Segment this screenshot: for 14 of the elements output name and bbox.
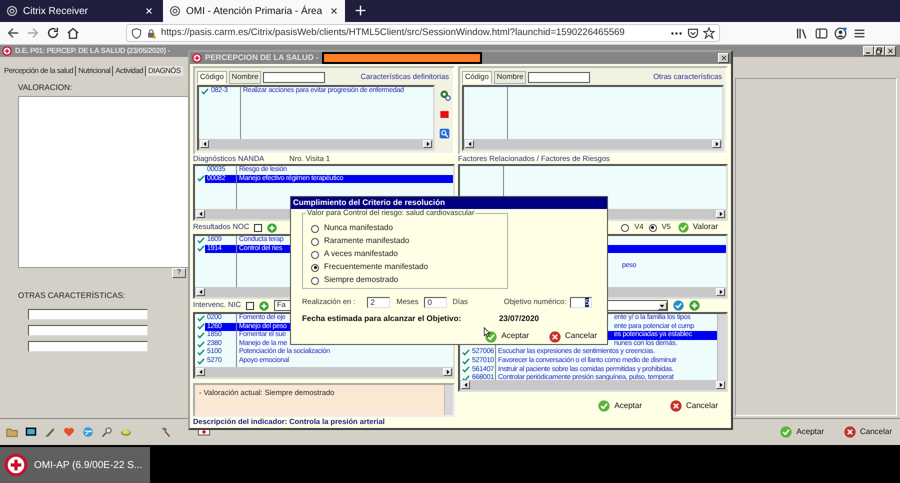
radio-label: Raramente manifestado bbox=[324, 237, 410, 246]
radio-label: Frecuentemente manifestado bbox=[324, 263, 428, 272]
radio-label: Nunca manifestado bbox=[324, 224, 393, 233]
field-label: VALORACION: bbox=[18, 84, 72, 93]
field-label: Fecha estimada para alcanzar el Objetivo: bbox=[302, 315, 462, 324]
radio-label: A veces manifestado bbox=[324, 250, 398, 259]
tab-title: OMI - Atención Primaria - Área bbox=[186, 4, 324, 18]
date-value: 23/07/2020 bbox=[498, 315, 539, 324]
radio-label: Siempre demostrado bbox=[324, 276, 398, 285]
tab-title: Citrix Receiver bbox=[23, 4, 90, 18]
url-text: https://pasis.carm.es/Citrix/pasisWeb/clients/HTML5Client/src/SessionWindow.html?launchid=1590226465569 bbox=[161, 28, 626, 38]
modal-title: Cumplimiento del Criterio de resolución bbox=[291, 197, 607, 209]
field-label: OTRAS CARACTERÍSTICAS: bbox=[18, 292, 126, 301]
window-title: PERCEPCION DE LA SALUD - bbox=[205, 54, 318, 62]
